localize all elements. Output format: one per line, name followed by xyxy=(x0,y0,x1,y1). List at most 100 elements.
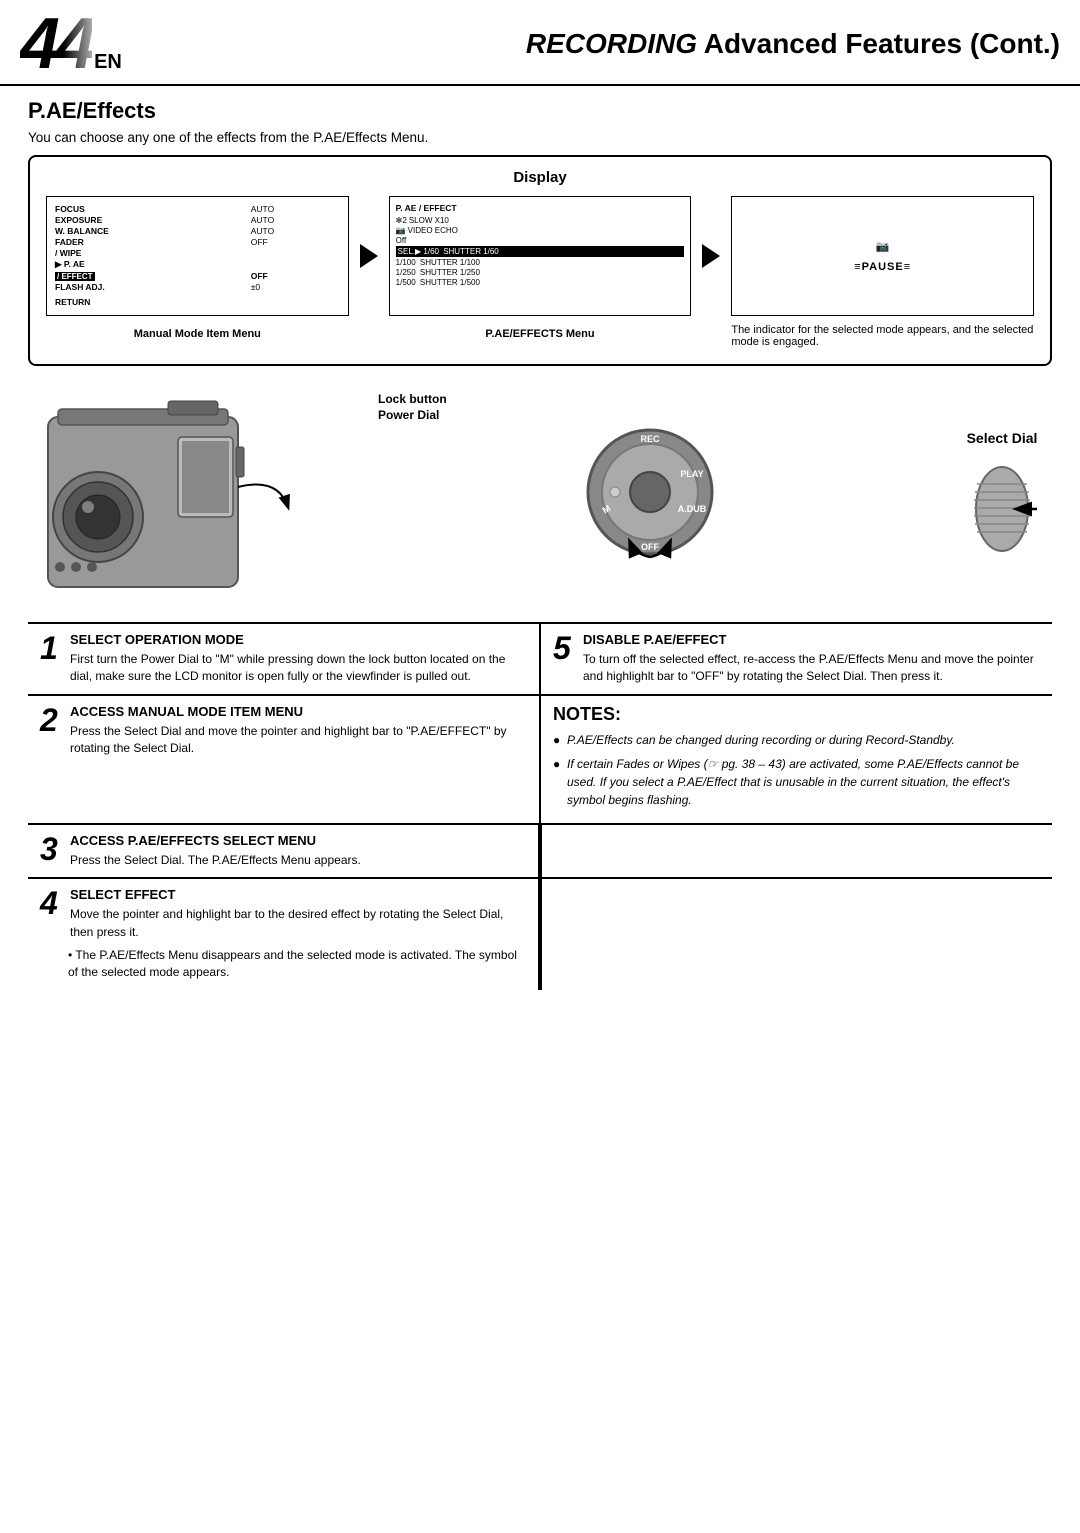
panel-labels-row: Manual Mode Item Menu P.AE/EFFECTS Menu … xyxy=(46,324,1034,348)
menu-item-wipe-key: / WIPE xyxy=(53,247,249,258)
menu-item-focus-val: AUTO xyxy=(249,203,342,214)
pause-display: 📷 ≡PAUSE≡ xyxy=(854,240,911,273)
return-label: RETURN xyxy=(55,297,340,307)
menu-item-wipe-val xyxy=(249,247,342,258)
step-5-text: To turn off the selected effect, re-acce… xyxy=(583,651,1040,686)
step-1-text: First turn the Power Dial to "M" while p… xyxy=(70,651,527,686)
pae-row-shutter60: SEL.▶ 1/60 SHUTTER 1/60 xyxy=(396,246,685,257)
menu-item-flash-key: FLASH ADJ. xyxy=(53,281,249,292)
arrow-2 xyxy=(691,244,731,268)
pause-text: ≡PAUSE≡ xyxy=(854,261,911,273)
step-4-number: 4 xyxy=(40,887,62,941)
step-3-text: Press the Select Dial. The P.AE/Effects … xyxy=(70,852,526,869)
intro-text: You can choose any one of the effects fr… xyxy=(28,130,1052,145)
page-en: EN xyxy=(94,51,122,74)
notes-title: NOTES: xyxy=(553,704,1040,725)
step-3-content: ACCESS P.AE/EFFECTS SELECT MENU Press th… xyxy=(70,833,526,869)
pae-shutter-250: SHUTTER 1/250 xyxy=(420,268,480,277)
menu-item-pae-val xyxy=(249,258,342,270)
pae-video-text: VIDEO ECHO xyxy=(408,226,458,235)
step-4-heading: SELECT EFFECT xyxy=(70,887,526,902)
step-4-block: 4 SELECT EFFECT Move the pointer and hig… xyxy=(28,879,540,990)
pae-slow-text: SLOW X10 xyxy=(409,216,449,225)
manual-mode-label: Manual Mode Item Menu xyxy=(134,328,261,340)
step-4-text: Move the pointer and highlight bar to th… xyxy=(70,906,526,941)
note-1-text: P.AE/Effects can be changed during recor… xyxy=(567,733,955,747)
section-title: P.AE/Effects xyxy=(28,98,1052,124)
display-panels: FOCUSAUTO EXPOSUREAUTO W. BALANCEAUTO FA… xyxy=(46,196,1034,316)
display-title: Display xyxy=(46,169,1034,186)
page-header: 44 EN RECORDING Advanced Features (Cont.… xyxy=(0,0,1080,86)
step-3-heading: ACCESS P.AE/EFFECTS SELECT MENU xyxy=(70,833,526,848)
note-1: P.AE/Effects can be changed during recor… xyxy=(553,731,1040,749)
step-5-number: 5 xyxy=(553,632,575,686)
note-2-text: If certain Fades or Wipes (☞ pg. 38 – 43… xyxy=(567,757,1019,807)
pae-menu-title: P. AE / EFFECT xyxy=(396,203,685,213)
manual-menu-table: FOCUSAUTO EXPOSUREAUTO W. BALANCEAUTO FA… xyxy=(53,203,342,307)
menu-item-effect-val: OFF xyxy=(249,270,342,281)
step-2-text: Press the Select Dial and move the point… xyxy=(70,723,527,758)
page-title: RECORDING Advanced Features (Cont.) xyxy=(526,28,1060,60)
display-box: Display FOCUSAUTO EXPOSUREAUTO W. BALANC… xyxy=(28,155,1052,366)
camera-diagram xyxy=(28,387,338,607)
notes-block: NOTES: P.AE/Effects can be changed durin… xyxy=(539,696,1052,823)
indicator-panel: 📷 ≡PAUSE≡ xyxy=(731,196,1034,316)
step-4-right-empty xyxy=(540,879,1052,990)
pae-row-shutter250: 1/250 SHUTTER 1/250 xyxy=(396,268,685,277)
camera-icon-small: 📷 xyxy=(854,240,911,253)
steps-notes-section: 1 SELECT OPERATION MODE First turn the P… xyxy=(28,622,1052,990)
steps-row-1: 1 SELECT OPERATION MODE First turn the P… xyxy=(28,622,1052,694)
pae-shutter-500: SHUTTER 1/500 xyxy=(420,278,480,287)
effect-highlight: / EFFECT xyxy=(55,272,95,281)
pae-sel-60: SEL.▶ 1/60 xyxy=(398,247,442,256)
pae-row-video: 📷 VIDEO ECHO xyxy=(396,226,685,235)
label-manual: Manual Mode Item Menu xyxy=(46,324,349,340)
arrow-right-icon xyxy=(360,244,378,268)
pae-off-text: Off xyxy=(396,236,407,245)
steps-row-2: 2 ACCESS MANUAL MODE ITEM MENU Press the… xyxy=(28,694,1052,823)
dial-area: Lock button Power Dial REC PLAY A.DUB OF… xyxy=(338,382,962,612)
step-2-block: 2 ACCESS MANUAL MODE ITEM MENU Press the… xyxy=(28,696,539,823)
menu-item-pae-key: ▶ P. AE xyxy=(53,258,249,270)
step-5-inner: 5 DISABLE P.AE/EFFECT To turn off the se… xyxy=(553,632,1040,686)
pae-sel-250: 1/250 xyxy=(396,268,418,277)
pae-effects-label: P.AE/EFFECTS Menu xyxy=(485,328,594,340)
lock-button-label: Lock button xyxy=(378,392,447,406)
title-recording: RECORDING xyxy=(526,28,697,59)
power-dial-graphic: REC PLAY A.DUB OFF M xyxy=(580,422,720,565)
step-1-content: SELECT OPERATION MODE First turn the Pow… xyxy=(70,632,527,686)
diagram-area: Lock button Power Dial REC PLAY A.DUB OF… xyxy=(28,382,1052,612)
select-dial-label: Select Dial xyxy=(967,430,1038,446)
menu-item-exposure-key: EXPOSURE xyxy=(53,214,249,225)
menu-item-flash-val: ±0 xyxy=(249,281,342,292)
step-3-right-empty xyxy=(540,825,1052,877)
menu-item-exposure-val: AUTO xyxy=(249,214,342,225)
step-2-heading: ACCESS MANUAL MODE ITEM MENU xyxy=(70,704,527,719)
power-dial-svg: REC PLAY A.DUB OFF M xyxy=(580,422,720,562)
menu-item-fader-val: OFF xyxy=(249,236,342,247)
step-4-inner: 4 SELECT EFFECT Move the pointer and hig… xyxy=(40,887,526,941)
menu-item-fader-key: FADER xyxy=(53,236,249,247)
pae-row-shutter500: 1/500 SHUTTER 1/500 xyxy=(396,278,685,287)
pae-shutter-100: SHUTTER 1/100 xyxy=(420,258,480,267)
dial-labels: Lock button Power Dial xyxy=(378,392,447,422)
select-dial-svg xyxy=(962,454,1042,564)
step-3-block: 3 ACCESS P.AE/EFFECTS SELECT MENU Press … xyxy=(28,825,540,877)
svg-text:REC: REC xyxy=(640,434,660,444)
step-4-content: SELECT EFFECT Move the pointer and highl… xyxy=(70,887,526,941)
power-dial-label: Power Dial xyxy=(378,408,447,422)
pae-shutter-60: SHUTTER 1/60 xyxy=(443,247,499,256)
label-indicator-note: The indicator for the selected mode appe… xyxy=(731,324,1034,348)
pae-effects-panel: P. AE / EFFECT ✻2 SLOW X10 📷 VIDEO ECHO … xyxy=(389,196,692,316)
arrow-1 xyxy=(349,244,389,268)
step-4-bullet: The P.AE/Effects Menu disappears and the… xyxy=(40,947,526,982)
pae-row-slow: ✻2 SLOW X10 xyxy=(396,216,685,225)
menu-item-focus-key: FOCUS xyxy=(53,203,249,214)
camera-svg xyxy=(28,387,338,617)
label-pae: P.AE/EFFECTS Menu xyxy=(389,324,692,340)
pae-video-icon: 📷 xyxy=(396,226,406,235)
step-2-number: 2 xyxy=(40,704,62,815)
step-5-block: 5 DISABLE P.AE/EFFECT To turn off the se… xyxy=(539,624,1052,694)
step-1-heading: SELECT OPERATION MODE xyxy=(70,632,527,647)
menu-item-wbalance-key: W. BALANCE xyxy=(53,225,249,236)
